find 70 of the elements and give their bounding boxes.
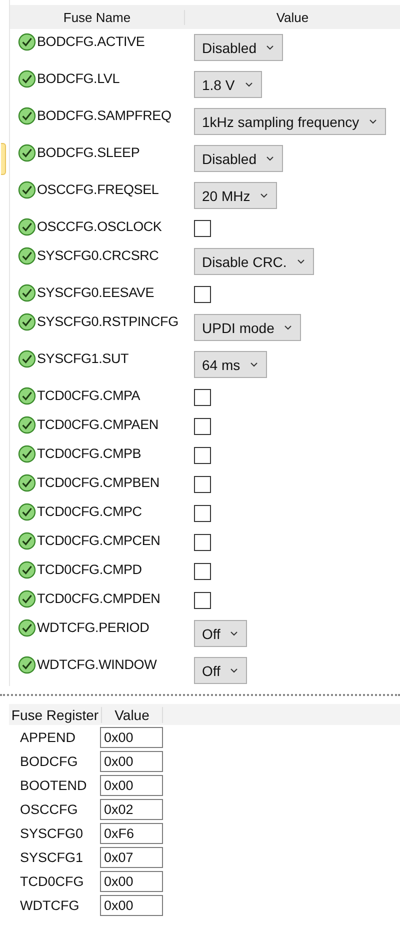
checkbox[interactable] [194,286,211,303]
checkbox[interactable] [194,220,211,237]
register-value-field[interactable]: 0x00 [100,870,163,892]
fuse-name: TCD0CFG.CMPD [37,561,142,579]
register-name: BOOTEND [19,778,88,792]
register-name: APPEND [19,730,77,744]
value-dropdown[interactable]: 20 MHz [194,182,278,209]
fuse-name: BODCFG.SLEEP [37,144,140,162]
fuse-name: SYSCFG0.CRCSRC [37,247,159,265]
fuse-name: SYSCFG0.RSTPINCFG [37,313,178,331]
fuse-name: BODCFG.SAMPFREQ [37,107,172,125]
caret-icon [260,193,268,198]
fuse-name: TCD0CFG.CMPDEN [37,590,160,608]
value-dropdown[interactable]: 1kHz sampling frequency [194,108,386,135]
checkbox[interactable] [194,534,211,551]
caret-icon [230,668,238,673]
caret-icon [266,156,274,161]
fuse-name: OSCCFG.OSCLOCK [37,218,162,236]
checkbox[interactable] [194,563,211,580]
caret-icon [369,119,378,124]
checkbox[interactable] [194,418,211,435]
value-dropdown[interactable]: UPDI mode [194,314,302,341]
register-name: SYSCFG1 [19,850,84,864]
column-header: Fuse Name [10,10,185,24]
fuse-name: BODCFG.LVL [37,70,120,88]
register-value-field[interactable]: 0x00 [100,750,163,772]
checkbox[interactable] [194,476,211,493]
caret-icon [266,45,274,50]
checkbox[interactable] [194,505,211,522]
fuse-name: TCD0CFG.CMPC [37,503,142,521]
register-value-field[interactable]: 0x02 [100,798,163,820]
column-header: Fuse Register [9,706,102,722]
checkbox[interactable] [194,592,211,609]
register-value-field[interactable]: 0xF6 [100,822,163,844]
checkbox[interactable] [194,389,211,406]
fuse-name: BODCFG.ACTIVE [37,33,145,51]
value-dropdown[interactable]: Off [194,620,248,647]
caret-icon [250,362,258,367]
register-name: TCD0CFG [19,874,85,888]
value-dropdown[interactable]: Disabled [194,145,284,172]
register-name: SYSCFG0 [19,826,84,840]
column-header: Value [275,10,310,24]
checkbox[interactable] [194,447,211,464]
fuse-name: TCD0CFG.CMPAEN [37,416,158,434]
register-value-field[interactable]: 0x07 [100,846,163,868]
fuse-name: TCD0CFG.CMPB [37,445,142,463]
register-name: OSCCFG [19,802,79,816]
caret-icon [296,259,305,264]
caret-icon [230,631,238,636]
caret-icon [244,82,253,87]
caret-icon [284,325,292,330]
fuse-name: TCD0CFG.CMPBEN [37,474,160,492]
value-dropdown[interactable]: 64 ms [194,351,268,378]
value-dropdown[interactable]: Disable CRC. [194,248,314,275]
fuse-name: SYSCFG0.EESAVE [37,284,154,302]
value-dropdown[interactable]: Off [194,657,248,684]
fuse-name: TCD0CFG.CMPCEN [37,532,160,550]
value-dropdown[interactable]: 1.8 V [194,71,262,98]
value-dropdown[interactable]: Disabled [194,34,284,61]
fuse-name: SYSCFG1.SUT [37,350,129,368]
register-value-field[interactable]: 0x00 [100,726,163,748]
fuse-name: OSCCFG.FREQSEL [37,181,159,199]
column-header: Value [102,706,163,722]
fuse-name: WDTCFG.WINDOW [37,656,157,674]
register-value-field[interactable]: 0x00 [100,774,163,796]
fuse-name: TCD0CFG.CMPA [37,387,140,405]
register-name: BODCFG [19,754,79,768]
fuse-name: WDTCFG.PERIOD [37,619,150,637]
register-value-field[interactable]: 0x00 [100,894,163,916]
register-name: WDTCFG [19,898,80,912]
